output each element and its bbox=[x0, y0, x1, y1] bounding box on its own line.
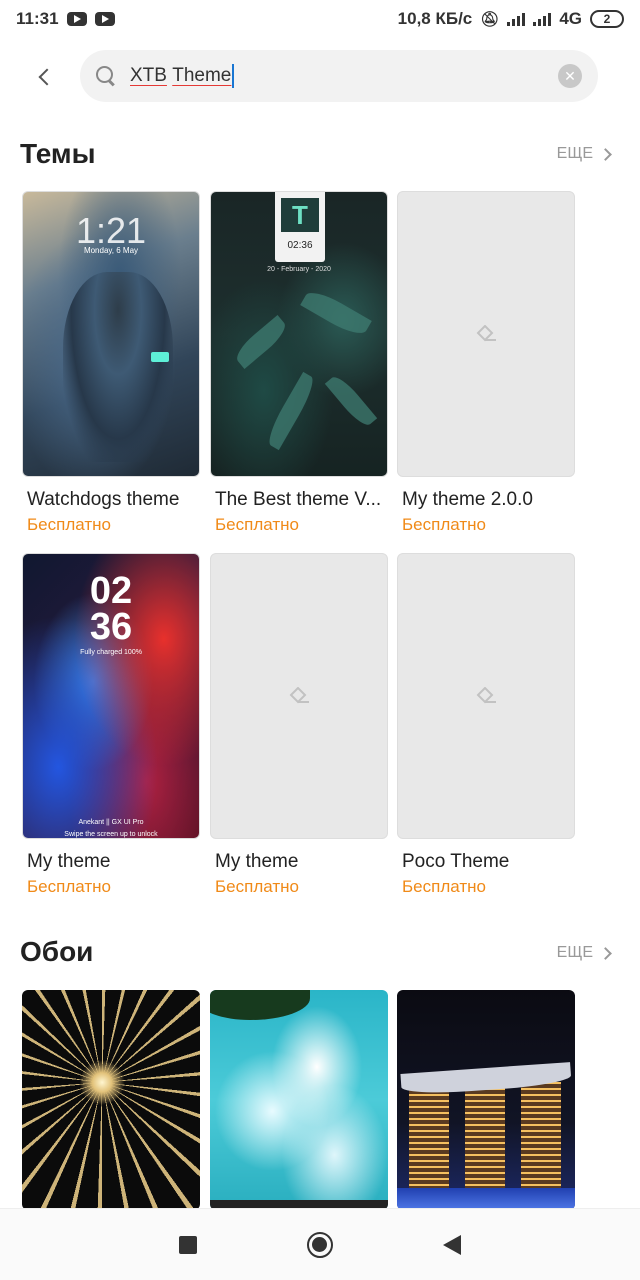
wallpaper-water bbox=[397, 1188, 575, 1210]
theme-price: Бесплатно bbox=[27, 515, 111, 534]
bell-muted-icon: 🔕︎ bbox=[480, 11, 500, 28]
thumb-date: Monday, 6 May bbox=[83, 246, 139, 255]
search-bar[interactable]: XTB Theme ✕ bbox=[80, 50, 598, 102]
clear-search-button[interactable]: ✕ bbox=[558, 64, 582, 88]
theme-price: Бесплатно bbox=[402, 515, 486, 534]
theme-card[interactable]: 1:21 Monday, 6 May Watchdogs theme Беспл… bbox=[22, 191, 200, 535]
theme-card[interactable]: Poco Theme Бесплатно bbox=[397, 553, 575, 897]
theme-name: My theme 2.0.0 bbox=[402, 489, 533, 510]
theme-thumbnail-placeholder bbox=[397, 553, 575, 839]
battery-icon: 2 bbox=[590, 10, 624, 28]
chevron-right-icon bbox=[599, 147, 612, 161]
thumb-footer: Swipe the screen up to unlock bbox=[64, 831, 158, 838]
more-label: ЕЩЕ bbox=[556, 145, 593, 162]
theme-card[interactable]: T 02:36 20 - February - 2020 The Best th… bbox=[210, 191, 388, 535]
theme-name: My theme bbox=[215, 851, 299, 872]
wallpaper-tower bbox=[409, 1082, 449, 1192]
theme-price: Бесплатно bbox=[215, 515, 299, 534]
thumb-date: 20 - February - 2020 bbox=[267, 266, 331, 273]
theme-card[interactable]: My theme 2.0.0 Бесплатно bbox=[397, 191, 575, 535]
search-icon bbox=[96, 66, 116, 86]
thumb-logo-letter: T bbox=[281, 198, 319, 232]
paint-bucket-icon bbox=[289, 687, 309, 704]
status-time: 11:31 bbox=[16, 9, 59, 28]
screen: 11:31 10,8 КБ/с 🔕︎ 4G 2 XTB Theme ✕ Темы… bbox=[0, 0, 640, 1280]
themes-more-link[interactable]: ЕЩЕ bbox=[556, 145, 612, 163]
theme-thumbnail-placeholder bbox=[397, 191, 575, 477]
signal-icon bbox=[533, 12, 552, 26]
thumb-battery: Fully charged 100% bbox=[80, 649, 142, 656]
thumb-minutes: 36 bbox=[89, 606, 133, 648]
thumb-time: 02:36 bbox=[287, 240, 313, 251]
wallpaper-tower bbox=[521, 1082, 561, 1192]
theme-card[interactable]: 02 36 Fully charged 100% Anekant || GX U… bbox=[22, 553, 200, 897]
home-button[interactable] bbox=[307, 1231, 333, 1258]
theme-name: The Best theme V... bbox=[215, 489, 382, 510]
search-input[interactable]: XTB Theme bbox=[130, 64, 558, 88]
network-type: 4G bbox=[559, 9, 582, 28]
wallpapers-section-title: Обои bbox=[20, 936, 94, 967]
theme-price: Бесплатно bbox=[215, 877, 299, 896]
thumbnail-logo: T 02:36 bbox=[275, 192, 325, 262]
paint-bucket-icon bbox=[476, 687, 496, 704]
thumb-hours: 02 bbox=[89, 570, 133, 612]
youtube-icon bbox=[66, 12, 87, 26]
back-button[interactable] bbox=[28, 60, 62, 94]
search-query-word: XTB bbox=[130, 65, 167, 86]
theme-card[interactable]: My theme Бесплатно bbox=[210, 553, 388, 897]
network-speed: 10,8 КБ/с bbox=[397, 9, 473, 28]
back-nav-button[interactable] bbox=[443, 1234, 461, 1255]
theme-price: Бесплатно bbox=[402, 877, 486, 896]
thumb-footer: Anekant || GX UI Pro bbox=[78, 819, 144, 826]
theme-thumbnail: 1:21 Monday, 6 May bbox=[22, 191, 200, 477]
youtube-icon bbox=[94, 12, 115, 26]
navigation-bar bbox=[0, 1208, 640, 1280]
wallpaper-tower bbox=[465, 1082, 505, 1192]
search-query-word: Theme bbox=[172, 65, 232, 86]
themes-section-title: Темы bbox=[20, 138, 96, 169]
theme-thumbnail: T 02:36 20 - February - 2020 bbox=[210, 191, 388, 477]
wallpaper-tree bbox=[210, 990, 310, 1020]
thumbnail-phone bbox=[151, 352, 169, 362]
wallpaper-thumbnail-fireworks[interactable] bbox=[22, 990, 200, 1210]
status-bar: 11:31 10,8 КБ/с 🔕︎ 4G 2 bbox=[0, 0, 640, 38]
recents-button[interactable] bbox=[179, 1235, 197, 1254]
paint-bucket-icon bbox=[476, 325, 496, 342]
thumbnail-figure bbox=[63, 272, 173, 462]
wallpaper-thumbnail-sky[interactable] bbox=[210, 990, 388, 1210]
signal-icon bbox=[507, 12, 526, 26]
theme-name: Poco Theme bbox=[402, 851, 510, 872]
wallpaper-thumbnail-city[interactable] bbox=[397, 990, 575, 1210]
chevron-right-icon bbox=[599, 946, 612, 960]
theme-name: My theme bbox=[27, 851, 111, 872]
theme-name: Watchdogs theme bbox=[27, 489, 180, 510]
theme-thumbnail-placeholder bbox=[210, 553, 388, 839]
wallpapers-more-link[interactable]: ЕЩЕ bbox=[556, 944, 612, 962]
theme-thumbnail: 02 36 Fully charged 100% Anekant || GX U… bbox=[22, 553, 200, 839]
more-label: ЕЩЕ bbox=[556, 944, 593, 961]
text-caret bbox=[232, 64, 235, 88]
theme-price: Бесплатно bbox=[27, 877, 111, 896]
chevron-left-icon bbox=[38, 68, 56, 86]
